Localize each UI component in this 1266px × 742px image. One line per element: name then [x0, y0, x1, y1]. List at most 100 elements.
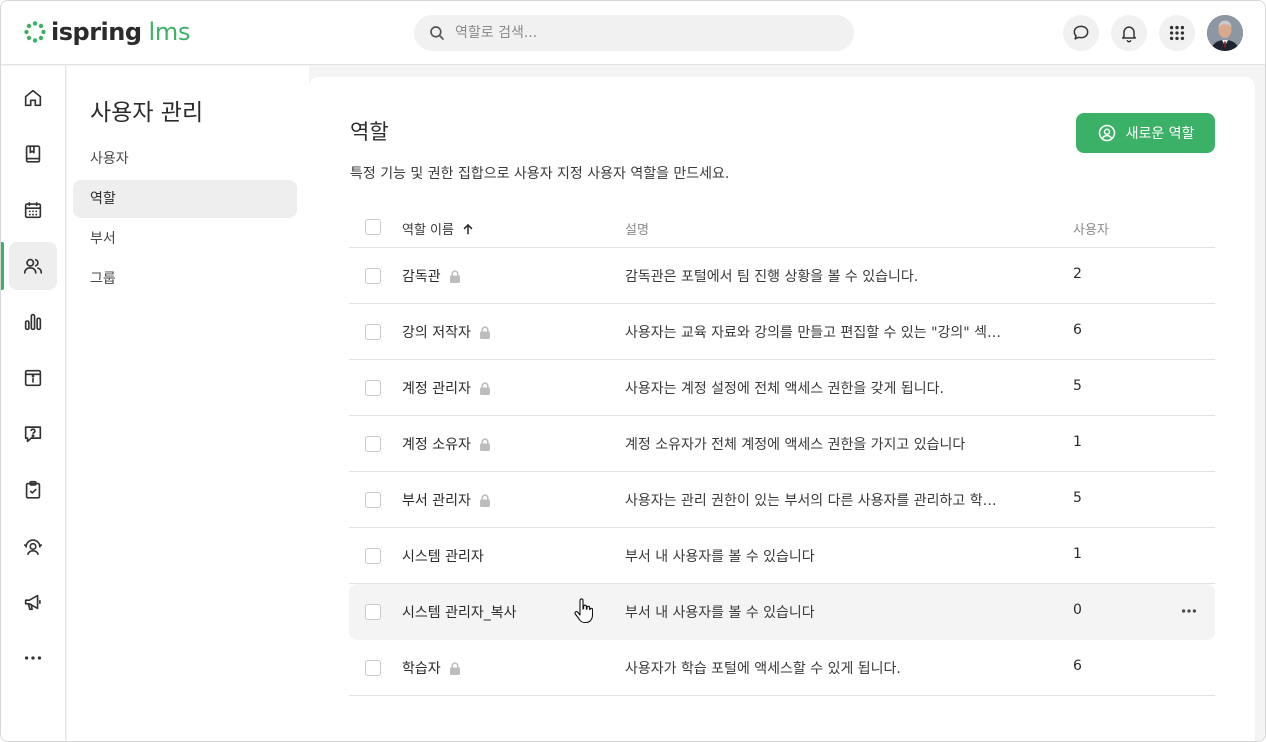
role-user-count: 5 — [1073, 490, 1082, 506]
table-row[interactable]: 계정 소유자 계정 소유자가 전체 계정에 액세스 권한을 가지고 있습니다 1 — [349, 416, 1215, 472]
new-role-button[interactable]: 새로운 역할 — [1076, 113, 1215, 153]
table-row-hovered[interactable]: 시스템 관리자_복사 부서 내 사용자를 볼 수 있습니다 0 — [349, 584, 1215, 640]
lock-icon — [479, 493, 490, 507]
lock-icon — [449, 661, 460, 675]
role-description: 부서 내 사용자를 볼 수 있습니다 — [625, 605, 815, 621]
new-role-label: 새로운 역할 — [1125, 126, 1195, 142]
more-icon — [24, 656, 42, 660]
rail-home[interactable] — [9, 74, 57, 122]
role-description: 사용자는 관리 권한이 있는 부서의 다른 사용자를 관리하고 학… — [625, 493, 997, 509]
role-name: 감독관 — [402, 269, 441, 285]
row-actions-button[interactable] — [1179, 601, 1199, 621]
bell-icon — [1122, 26, 1136, 43]
column-name-label: 역할 이름 — [402, 223, 454, 238]
table-row[interactable]: 부서 관리자 사용자는 관리 권한이 있는 부서의 다른 사용자를 관리하고 학… — [349, 472, 1215, 528]
brand-name: ispring — [51, 18, 142, 46]
subnav-item-departments[interactable]: 부서 — [73, 220, 297, 258]
logo[interactable]: ispring lms — [23, 18, 190, 46]
lock-icon — [479, 381, 490, 395]
bar-chart-icon — [24, 313, 42, 331]
table-row[interactable]: 감독관 감독관은 포털에서 팀 진행 상황을 볼 수 있습니다. 2 — [349, 248, 1215, 304]
support-agent-icon — [23, 539, 43, 556]
rail-info[interactable] — [9, 354, 57, 402]
column-header-users: 사용자 — [1073, 223, 1109, 238]
role-name: 강의 저작자 — [402, 325, 471, 341]
role-name-cell: 시스템 관리자_복사 — [402, 602, 517, 622]
rail-more[interactable] — [9, 634, 57, 682]
select-all-checkbox[interactable] — [365, 219, 381, 235]
rail-calendar[interactable] — [9, 186, 57, 234]
clipboard-check-icon — [25, 480, 41, 499]
row-checkbox[interactable] — [365, 604, 381, 620]
table-row[interactable]: 계정 관리자 사용자는 계정 설정에 전체 액세스 권한을 갖게 됩니다. 5 — [349, 360, 1215, 416]
rail-support[interactable] — [9, 522, 57, 570]
lock-icon — [479, 437, 490, 451]
lock-icon — [479, 325, 490, 339]
table-header: 역할 이름 설명 사용자 — [349, 207, 1215, 248]
page-description: 특정 기능 및 권한 집합으로 사용자 지정 사용자 역할을 만드세요. — [350, 166, 730, 182]
hand-cursor-icon — [574, 598, 593, 624]
users-icon — [23, 258, 43, 274]
subnav-item-users[interactable]: 사용자 — [73, 140, 297, 178]
row-checkbox[interactable] — [365, 268, 381, 284]
role-name: 시스템 관리자 — [402, 549, 484, 565]
role-user-count: 6 — [1073, 322, 1082, 338]
question-chat-icon — [24, 426, 42, 443]
subnav-item-groups[interactable]: 그룹 — [73, 260, 297, 298]
subnav-item-roles[interactable]: 역할 — [73, 180, 297, 218]
column-header-description: 설명 — [625, 223, 649, 238]
role-user-count: 2 — [1073, 266, 1082, 282]
role-description: 사용자가 학습 포털에 액세스할 수 있게 됩니다. — [625, 661, 901, 677]
home-icon — [24, 89, 42, 107]
row-checkbox[interactable] — [365, 548, 381, 564]
row-checkbox[interactable] — [365, 436, 381, 452]
row-checkbox[interactable] — [365, 324, 381, 340]
role-name-cell: 계정 소유자 — [402, 434, 491, 454]
apps-grid-icon — [1169, 25, 1185, 41]
rail-assignments[interactable] — [9, 466, 57, 514]
role-user-count: 5 — [1073, 378, 1082, 394]
ispring-logo-icon — [24, 21, 46, 43]
role-name: 시스템 관리자_복사 — [402, 605, 517, 621]
role-user-count: 6 — [1073, 658, 1082, 674]
role-name: 계정 관리자 — [402, 381, 471, 397]
product-name: lms — [148, 18, 191, 46]
more-horizontal-icon — [1181, 609, 1197, 613]
book-icon — [25, 145, 41, 163]
notifications-button[interactable] — [1111, 15, 1147, 51]
row-checkbox[interactable] — [365, 380, 381, 396]
rail-announcements[interactable] — [9, 578, 57, 626]
row-checkbox[interactable] — [365, 660, 381, 676]
avatar[interactable] — [1207, 15, 1243, 51]
role-description: 계정 소유자가 전체 계정에 액세스 권한을 가지고 있습니다 — [625, 437, 966, 453]
info-box-icon — [24, 369, 42, 387]
role-user-count: 1 — [1073, 434, 1082, 450]
role-user-count: 1 — [1073, 546, 1082, 562]
column-header-name[interactable]: 역할 이름 — [402, 219, 475, 238]
table-row[interactable]: 시스템 관리자 부서 내 사용자를 볼 수 있습니다 1 — [349, 528, 1215, 584]
lock-icon — [449, 269, 460, 283]
search-bar[interactable] — [414, 15, 854, 51]
row-checkbox[interactable] — [365, 492, 381, 508]
chat-button[interactable] — [1063, 15, 1099, 51]
role-name-cell: 감독관 — [402, 266, 461, 286]
role-description: 감독관은 포털에서 팀 진행 상황을 볼 수 있습니다. — [625, 269, 919, 285]
page-title: 역할 — [350, 120, 389, 144]
user-circle-icon — [1098, 124, 1115, 142]
role-name-cell: 부서 관리자 — [402, 490, 491, 510]
table-row[interactable]: 강의 저작자 사용자는 교육 자료와 강의를 만들고 편집할 수 있는 "강의"… — [349, 304, 1215, 360]
rail-users[interactable] — [9, 242, 57, 290]
role-name: 학습자 — [402, 661, 441, 677]
user-management-nav: 사용자 관리 사용자 역할 부서 그룹 — [67, 66, 309, 741]
role-name: 계정 소유자 — [402, 437, 471, 453]
rail-courses[interactable] — [9, 130, 57, 178]
rail-help[interactable] — [9, 410, 57, 458]
search-icon — [430, 26, 444, 40]
rail-reports[interactable] — [9, 298, 57, 346]
role-user-count: 0 — [1073, 602, 1082, 618]
table-row[interactable]: 학습자 사용자가 학습 포털에 액세스할 수 있게 됩니다. 6 — [349, 640, 1215, 696]
search-input[interactable] — [455, 25, 835, 41]
apps-button[interactable] — [1159, 15, 1195, 51]
role-name-cell: 학습자 — [402, 658, 461, 678]
role-description: 사용자는 계정 설정에 전체 액세스 권한을 갖게 됩니다. — [625, 381, 944, 397]
